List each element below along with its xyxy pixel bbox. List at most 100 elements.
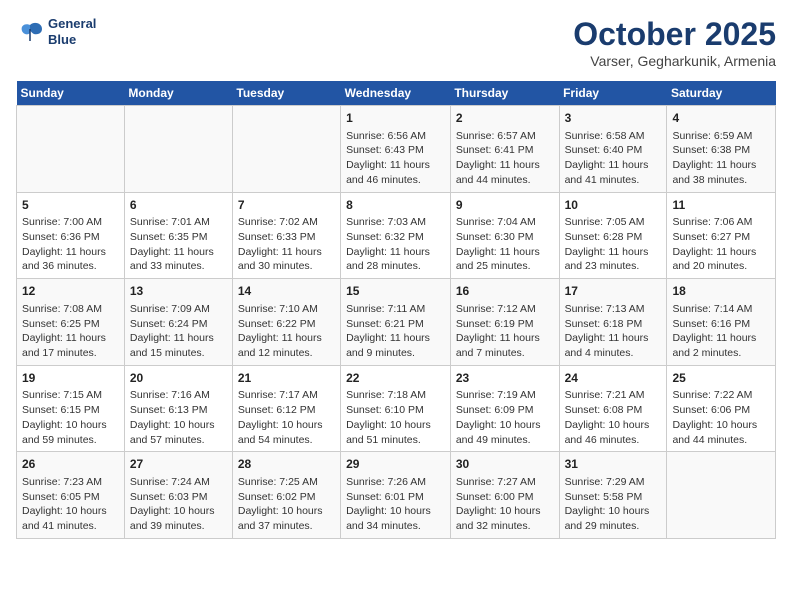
day-info: Sunrise: 7:23 AM Sunset: 6:05 PM Dayligh… <box>22 475 119 534</box>
calendar-cell: 6Sunrise: 7:01 AM Sunset: 6:35 PM Daylig… <box>124 192 232 279</box>
day-info: Sunrise: 7:02 AM Sunset: 6:33 PM Dayligh… <box>238 215 335 274</box>
day-info: Sunrise: 7:21 AM Sunset: 6:08 PM Dayligh… <box>565 388 662 447</box>
day-number: 3 <box>565 110 662 127</box>
day-info: Sunrise: 7:18 AM Sunset: 6:10 PM Dayligh… <box>346 388 445 447</box>
day-number: 18 <box>672 283 770 300</box>
calendar-cell: 17 Sunrise: 7:13 AM Sunset: 6:18 PM Dayli… <box>559 279 667 366</box>
header: General Blue October 2025 Varser, Geghar… <box>16 16 776 69</box>
day-info: Sunrise: 7:00 AM Sunset: 6:36 PM Dayligh… <box>22 215 119 274</box>
calendar-cell: 29 Sunrise: 7:26 AM Sunset: 6:01 PM Dayli… <box>341 452 451 539</box>
day-number: 10 <box>565 197 662 214</box>
day-number: 21 <box>238 370 335 387</box>
day-info: Sunrise: 7:04 AM Sunset: 6:30 PM Dayligh… <box>456 215 554 274</box>
day-number: 11 <box>672 197 770 214</box>
logo-text: General Blue <box>48 16 96 47</box>
day-info: Sunrise: 7:08 AM Sunset: 6:25 PM Dayligh… <box>22 302 119 361</box>
day-number: 13 <box>130 283 227 300</box>
calendar-week-row: 1 Sunrise: 6:56 AM Sunset: 6:43 PM Daylig… <box>17 106 776 193</box>
day-number: 31 <box>565 456 662 473</box>
logo: General Blue <box>16 16 96 47</box>
day-number: 9 <box>456 197 554 214</box>
day-header-wednesday: Wednesday <box>341 81 451 106</box>
calendar-header-row: SundayMondayTuesdayWednesdayThursdayFrid… <box>17 81 776 106</box>
day-number: 26 <box>22 456 119 473</box>
calendar-cell: 3 Sunrise: 6:58 AM Sunset: 6:40 PM Daylig… <box>559 106 667 193</box>
day-number: 6 <box>130 197 227 214</box>
calendar-cell: 13 Sunrise: 7:09 AM Sunset: 6:24 PM Dayli… <box>124 279 232 366</box>
day-header-monday: Monday <box>124 81 232 106</box>
day-info: Sunrise: 7:19 AM Sunset: 6:09 PM Dayligh… <box>456 388 554 447</box>
day-number: 5 <box>22 197 119 214</box>
day-number: 2 <box>456 110 554 127</box>
calendar-cell: 25Sunrise: 7:22 AM Sunset: 6:06 PM Dayli… <box>667 365 776 452</box>
calendar-cell: 15 Sunrise: 7:11 AM Sunset: 6:21 PM Dayli… <box>341 279 451 366</box>
day-info: Sunrise: 6:56 AM Sunset: 6:43 PM Dayligh… <box>346 129 445 188</box>
day-info: Sunrise: 7:14 AM Sunset: 6:16 PM Dayligh… <box>672 302 770 361</box>
calendar-cell <box>17 106 125 193</box>
page-subtitle: Varser, Gegharkunik, Armenia <box>573 53 776 69</box>
calendar-cell: 21Sunrise: 7:17 AM Sunset: 6:12 PM Dayli… <box>232 365 340 452</box>
day-number: 24 <box>565 370 662 387</box>
page-title: October 2025 <box>573 16 776 53</box>
day-info: Sunrise: 7:17 AM Sunset: 6:12 PM Dayligh… <box>238 388 335 447</box>
calendar-cell: 14Sunrise: 7:10 AM Sunset: 6:22 PM Dayli… <box>232 279 340 366</box>
day-info: Sunrise: 7:06 AM Sunset: 6:27 PM Dayligh… <box>672 215 770 274</box>
calendar-cell <box>124 106 232 193</box>
calendar-cell: 20Sunrise: 7:16 AM Sunset: 6:13 PM Dayli… <box>124 365 232 452</box>
day-info: Sunrise: 7:26 AM Sunset: 6:01 PM Dayligh… <box>346 475 445 534</box>
day-number: 30 <box>456 456 554 473</box>
day-number: 29 <box>346 456 445 473</box>
calendar-cell: 8Sunrise: 7:03 AM Sunset: 6:32 PM Daylig… <box>341 192 451 279</box>
day-info: Sunrise: 7:09 AM Sunset: 6:24 PM Dayligh… <box>130 302 227 361</box>
logo-icon <box>16 21 44 43</box>
day-info: Sunrise: 7:11 AM Sunset: 6:21 PM Dayligh… <box>346 302 445 361</box>
calendar-table: SundayMondayTuesdayWednesdayThursdayFrid… <box>16 81 776 539</box>
calendar-cell: 4Sunrise: 6:59 AM Sunset: 6:38 PM Daylig… <box>667 106 776 193</box>
day-info: Sunrise: 7:24 AM Sunset: 6:03 PM Dayligh… <box>130 475 227 534</box>
day-number: 17 <box>565 283 662 300</box>
calendar-cell: 23Sunrise: 7:19 AM Sunset: 6:09 PM Dayli… <box>450 365 559 452</box>
day-info: Sunrise: 7:05 AM Sunset: 6:28 PM Dayligh… <box>565 215 662 274</box>
day-number: 14 <box>238 283 335 300</box>
calendar-cell: 26 Sunrise: 7:23 AM Sunset: 6:05 PM Dayli… <box>17 452 125 539</box>
day-number: 28 <box>238 456 335 473</box>
calendar-cell: 16 Sunrise: 7:12 AM Sunset: 6:19 PM Dayli… <box>450 279 559 366</box>
day-info: Sunrise: 7:29 AM Sunset: 5:58 PM Dayligh… <box>565 475 662 534</box>
day-info: Sunrise: 7:25 AM Sunset: 6:02 PM Dayligh… <box>238 475 335 534</box>
calendar-cell <box>232 106 340 193</box>
calendar-cell: 28 Sunrise: 7:25 AM Sunset: 6:02 PM Dayli… <box>232 452 340 539</box>
day-number: 16 <box>456 283 554 300</box>
day-info: Sunrise: 7:01 AM Sunset: 6:35 PM Dayligh… <box>130 215 227 274</box>
day-header-saturday: Saturday <box>667 81 776 106</box>
day-info: Sunrise: 6:58 AM Sunset: 6:40 PM Dayligh… <box>565 129 662 188</box>
day-number: 12 <box>22 283 119 300</box>
day-info: Sunrise: 6:57 AM Sunset: 6:41 PM Dayligh… <box>456 129 554 188</box>
day-number: 4 <box>672 110 770 127</box>
day-number: 25 <box>672 370 770 387</box>
calendar-cell: 24Sunrise: 7:21 AM Sunset: 6:08 PM Dayli… <box>559 365 667 452</box>
day-header-sunday: Sunday <box>17 81 125 106</box>
day-info: Sunrise: 7:15 AM Sunset: 6:15 PM Dayligh… <box>22 388 119 447</box>
calendar-cell: 1 Sunrise: 6:56 AM Sunset: 6:43 PM Daylig… <box>341 106 451 193</box>
calendar-cell: 31 Sunrise: 7:29 AM Sunset: 5:58 PM Dayli… <box>559 452 667 539</box>
calendar-cell: 30Sunrise: 7:27 AM Sunset: 6:00 PM Dayli… <box>450 452 559 539</box>
day-number: 1 <box>346 110 445 127</box>
day-info: Sunrise: 7:22 AM Sunset: 6:06 PM Dayligh… <box>672 388 770 447</box>
day-number: 22 <box>346 370 445 387</box>
calendar-cell: 27 Sunrise: 7:24 AM Sunset: 6:03 PM Dayli… <box>124 452 232 539</box>
day-number: 7 <box>238 197 335 214</box>
calendar-cell: 12 Sunrise: 7:08 AM Sunset: 6:25 PM Dayli… <box>17 279 125 366</box>
calendar-cell: 7Sunrise: 7:02 AM Sunset: 6:33 PM Daylig… <box>232 192 340 279</box>
day-number: 19 <box>22 370 119 387</box>
day-number: 27 <box>130 456 227 473</box>
calendar-cell: 10Sunrise: 7:05 AM Sunset: 6:28 PM Dayli… <box>559 192 667 279</box>
day-number: 20 <box>130 370 227 387</box>
calendar-cell: 11Sunrise: 7:06 AM Sunset: 6:27 PM Dayli… <box>667 192 776 279</box>
calendar-week-row: 12 Sunrise: 7:08 AM Sunset: 6:25 PM Dayli… <box>17 279 776 366</box>
day-info: Sunrise: 7:12 AM Sunset: 6:19 PM Dayligh… <box>456 302 554 361</box>
day-info: Sunrise: 7:13 AM Sunset: 6:18 PM Dayligh… <box>565 302 662 361</box>
calendar-cell: 5Sunrise: 7:00 AM Sunset: 6:36 PM Daylig… <box>17 192 125 279</box>
calendar-cell: 9Sunrise: 7:04 AM Sunset: 6:30 PM Daylig… <box>450 192 559 279</box>
calendar-week-row: 19Sunrise: 7:15 AM Sunset: 6:15 PM Dayli… <box>17 365 776 452</box>
day-number: 15 <box>346 283 445 300</box>
